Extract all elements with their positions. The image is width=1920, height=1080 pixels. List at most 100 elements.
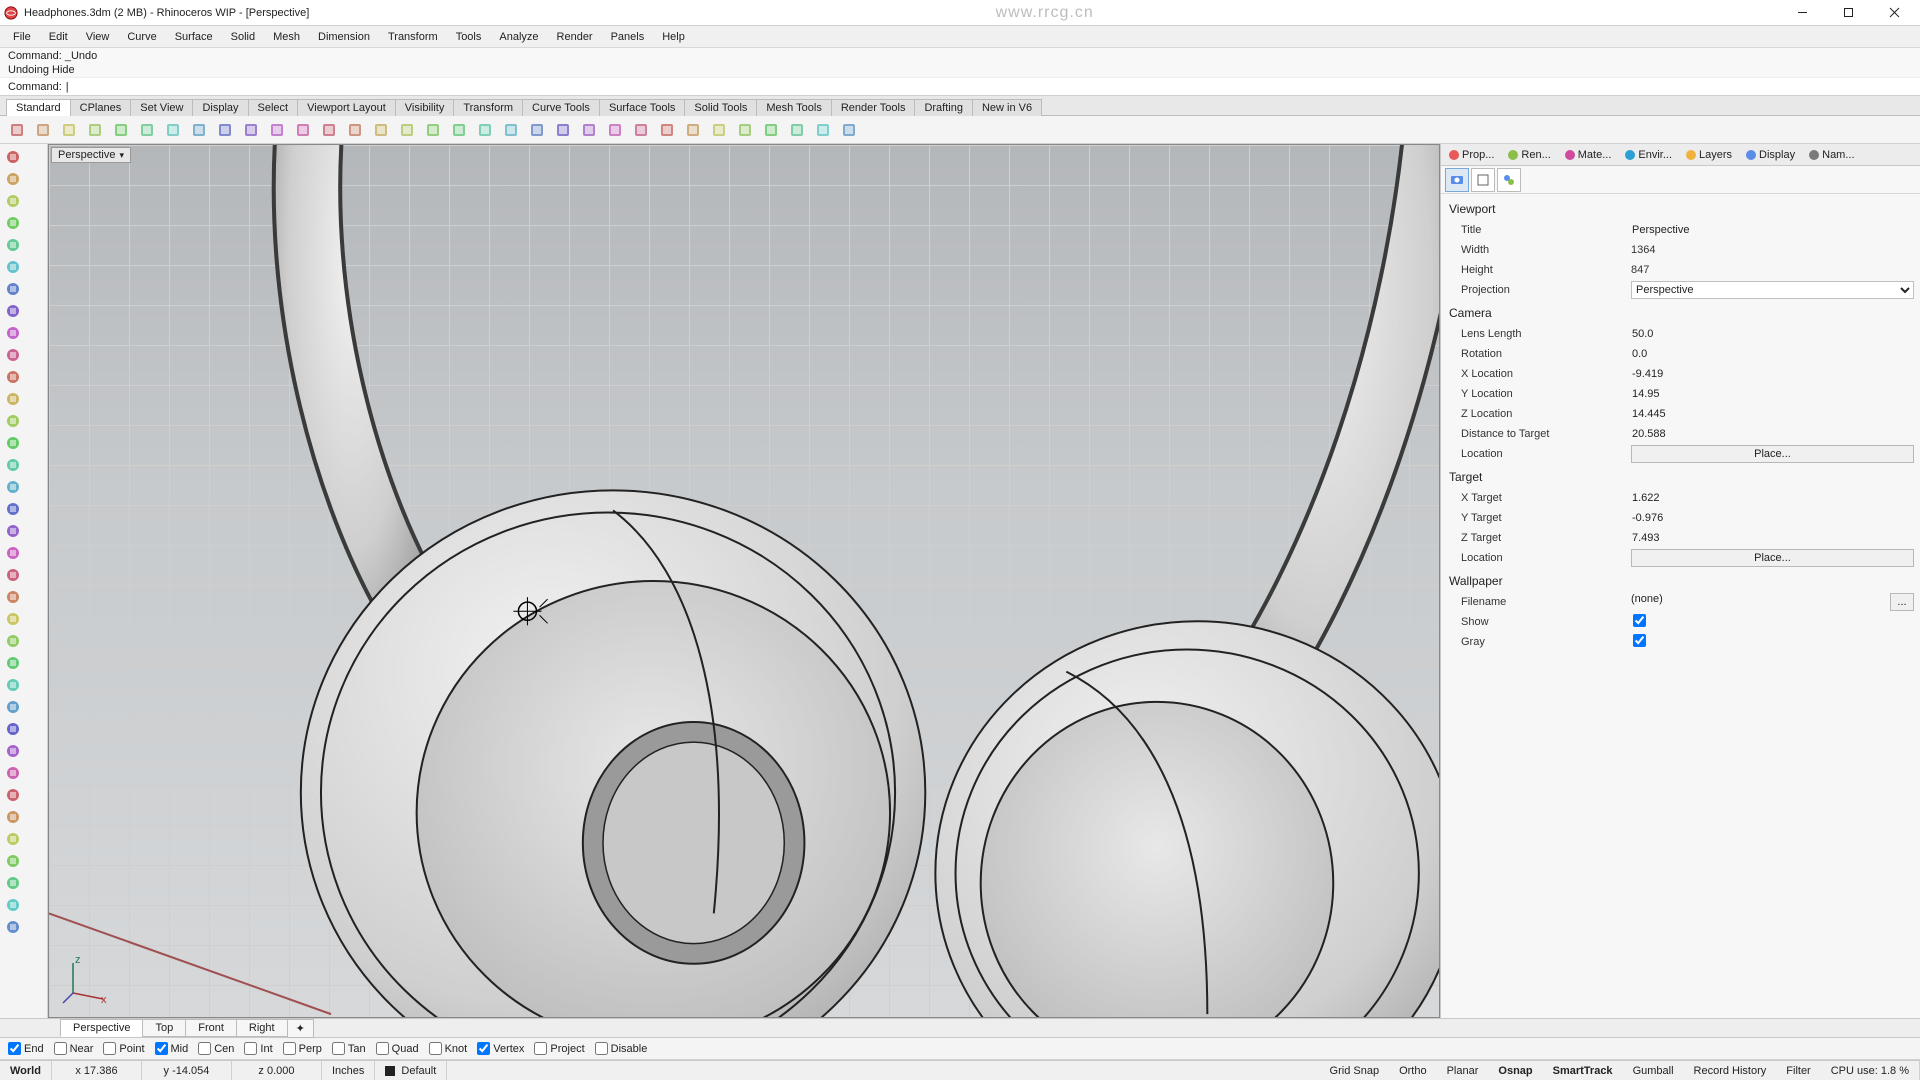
osnap-cen[interactable]: Cen bbox=[198, 1042, 234, 1055]
polygon-tool-icon[interactable] bbox=[3, 433, 23, 453]
polyline-tool-icon[interactable] bbox=[3, 323, 23, 343]
viewport-title[interactable]: Perspective ▾ bbox=[51, 147, 131, 163]
status-toggle-grid-snap[interactable]: Grid Snap bbox=[1320, 1065, 1390, 1077]
osnap-tan[interactable]: Tan bbox=[332, 1042, 366, 1055]
ortho-icon[interactable] bbox=[760, 119, 782, 141]
osnap-disable[interactable]: Disable bbox=[595, 1042, 648, 1055]
prop-ytarget-value[interactable] bbox=[1627, 511, 1914, 525]
menu-curve[interactable]: Curve bbox=[118, 28, 165, 46]
osnap-knot[interactable]: Knot bbox=[429, 1042, 468, 1055]
text-tool-icon[interactable] bbox=[3, 477, 23, 497]
osnap-project[interactable]: Project bbox=[534, 1042, 584, 1055]
line-tool-icon[interactable] bbox=[3, 301, 23, 321]
toolbar-tab-set-view[interactable]: Set View bbox=[130, 99, 193, 116]
osnap-end[interactable]: End bbox=[8, 1042, 44, 1055]
toolbar-tab-viewport-layout[interactable]: Viewport Layout bbox=[297, 99, 396, 116]
torus-tool-icon[interactable] bbox=[3, 631, 23, 651]
menu-tools[interactable]: Tools bbox=[447, 28, 491, 46]
minimize-button[interactable] bbox=[1780, 2, 1824, 24]
menu-solid[interactable]: Solid bbox=[222, 28, 264, 46]
sel-icon[interactable] bbox=[370, 119, 392, 141]
loft-tool-icon[interactable] bbox=[3, 741, 23, 761]
copy-icon[interactable] bbox=[136, 119, 158, 141]
selw-icon[interactable] bbox=[396, 119, 418, 141]
pointer-tool-icon[interactable] bbox=[3, 147, 23, 167]
help-icon[interactable] bbox=[838, 119, 860, 141]
rotate-tool-icon[interactable] bbox=[3, 235, 23, 255]
viewport-menu-chevron-icon[interactable]: ▾ bbox=[119, 150, 124, 161]
new-icon[interactable] bbox=[6, 119, 28, 141]
command-input[interactable] bbox=[66, 81, 1912, 93]
osnap-near[interactable]: Near bbox=[54, 1042, 94, 1055]
command-line[interactable]: Command: bbox=[0, 78, 1920, 96]
prop-xloc-value[interactable] bbox=[1627, 367, 1914, 381]
lasso-tool-icon[interactable] bbox=[3, 169, 23, 189]
viewport-canvas[interactable]: z x bbox=[49, 145, 1439, 1017]
view-tab-add[interactable]: ✦ bbox=[287, 1019, 314, 1038]
osnap-mid[interactable]: Mid bbox=[155, 1042, 189, 1055]
group-tool-icon[interactable] bbox=[3, 917, 23, 937]
menu-mesh[interactable]: Mesh bbox=[264, 28, 309, 46]
object-properties-icon[interactable] bbox=[1471, 168, 1495, 192]
snap-icon[interactable] bbox=[734, 119, 756, 141]
view-tab-front[interactable]: Front bbox=[185, 1019, 237, 1037]
toolbar-tab-drafting[interactable]: Drafting bbox=[914, 99, 973, 116]
viewport[interactable]: Perspective ▾ bbox=[48, 144, 1440, 1018]
pan-icon[interactable] bbox=[240, 119, 262, 141]
zoome-icon[interactable] bbox=[318, 119, 340, 141]
status-toggle-planar[interactable]: Planar bbox=[1437, 1065, 1489, 1077]
toolbar-tab-cplanes[interactable]: CPlanes bbox=[70, 99, 132, 116]
zoomw-icon[interactable] bbox=[344, 119, 366, 141]
open-icon[interactable] bbox=[32, 119, 54, 141]
target-place-button[interactable]: Place... bbox=[1631, 549, 1914, 567]
cone-tool-icon[interactable] bbox=[3, 609, 23, 629]
status-toggle-gumball[interactable]: Gumball bbox=[1623, 1065, 1684, 1077]
prop-xtarget-value[interactable] bbox=[1627, 491, 1914, 505]
rect-tool-icon[interactable] bbox=[3, 411, 23, 431]
view-tab-right[interactable]: Right bbox=[236, 1019, 288, 1037]
arc-tool-icon[interactable] bbox=[3, 389, 23, 409]
join-tool-icon[interactable] bbox=[3, 873, 23, 893]
chamfer-tool-icon[interactable] bbox=[3, 807, 23, 827]
osnap-vertex[interactable]: Vertex bbox=[477, 1042, 524, 1055]
menu-analyze[interactable]: Analyze bbox=[490, 28, 547, 46]
lock-icon[interactable] bbox=[474, 119, 496, 141]
xray-icon[interactable] bbox=[682, 119, 704, 141]
osnap-int[interactable]: Int bbox=[244, 1042, 272, 1055]
hatch-tool-icon[interactable] bbox=[3, 521, 23, 541]
pipe-tool-icon[interactable] bbox=[3, 653, 23, 673]
fillet-tool-icon[interactable] bbox=[3, 785, 23, 805]
copy-tool-icon[interactable] bbox=[3, 213, 23, 233]
material-properties-icon[interactable] bbox=[1497, 168, 1521, 192]
sphere-tool-icon[interactable] bbox=[3, 565, 23, 585]
status-toggle-record-history[interactable]: Record History bbox=[1684, 1065, 1777, 1077]
prop-yloc-value[interactable] bbox=[1627, 387, 1914, 401]
toolbar-tab-select[interactable]: Select bbox=[248, 99, 299, 116]
cut-icon[interactable] bbox=[110, 119, 132, 141]
toolbar-tab-curve-tools[interactable]: Curve Tools bbox=[522, 99, 600, 116]
show-icon[interactable] bbox=[448, 119, 470, 141]
revolve-tool-icon[interactable] bbox=[3, 697, 23, 717]
menu-transform[interactable]: Transform bbox=[379, 28, 447, 46]
panel-tab-ren[interactable]: Ren... bbox=[1502, 146, 1556, 164]
unlock-icon[interactable] bbox=[500, 119, 522, 141]
prop-projection-select[interactable]: Perspective bbox=[1631, 281, 1914, 299]
panel-tab-prop[interactable]: Prop... bbox=[1443, 146, 1500, 164]
panel-tab-display[interactable]: Display bbox=[1740, 146, 1801, 164]
menu-view[interactable]: View bbox=[77, 28, 119, 46]
panel-tab-layers[interactable]: Layers bbox=[1680, 146, 1738, 164]
save-icon[interactable] bbox=[58, 119, 80, 141]
shade-icon[interactable] bbox=[578, 119, 600, 141]
status-layer[interactable]: Default bbox=[375, 1061, 447, 1080]
split-tool-icon[interactable] bbox=[3, 851, 23, 871]
camera-place-button[interactable]: Place... bbox=[1631, 445, 1914, 463]
prop-icon[interactable] bbox=[552, 119, 574, 141]
status-toggle-osnap[interactable]: Osnap bbox=[1488, 1065, 1542, 1077]
toolbar-tab-new-in-v6[interactable]: New in V6 bbox=[972, 99, 1042, 116]
curve-tool-icon[interactable] bbox=[3, 345, 23, 365]
render-icon[interactable] bbox=[630, 119, 652, 141]
view-tab-perspective[interactable]: Perspective bbox=[60, 1019, 143, 1037]
ellipse-tool-icon[interactable] bbox=[3, 455, 23, 475]
status-toggle-smarttrack[interactable]: SmartTrack bbox=[1543, 1065, 1623, 1077]
menu-surface[interactable]: Surface bbox=[166, 28, 222, 46]
